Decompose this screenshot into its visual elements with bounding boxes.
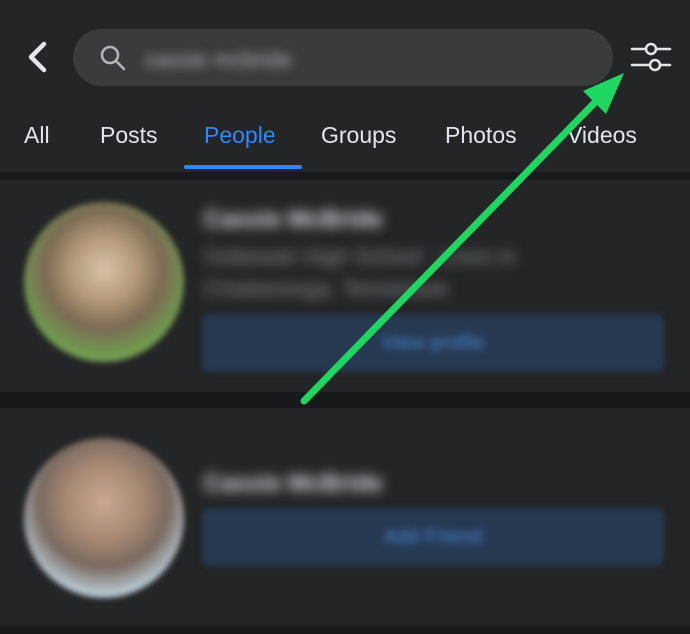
active-tab-indicator [184,165,302,169]
result-name[interactable]: Cassie McBride [204,470,383,498]
filter-button[interactable] [628,39,674,75]
people-result-card[interactable]: Cassie McBride Ooltewah High School · Li… [0,180,690,392]
tab-photos[interactable]: Photos [445,122,517,149]
tab-all[interactable]: All [24,122,50,149]
search-icon [100,45,126,71]
tab-groups[interactable]: Groups [321,122,396,149]
tab-posts[interactable]: Posts [100,122,158,149]
tab-people[interactable]: People [204,122,276,149]
result-subtitle: Chattanooga, Tennessee [204,276,449,301]
tab-videos[interactable]: Videos [567,122,637,149]
people-result-card[interactable]: Cassie McBride Add Friend [0,408,690,626]
add-friend-button[interactable]: Add Friend [202,508,664,566]
back-arrow-icon [28,41,47,73]
search-input[interactable]: cassie mcbride [73,29,613,86]
avatar[interactable] [24,202,184,362]
avatar[interactable] [24,438,184,598]
search-query: cassie mcbride [145,47,292,72]
add-friend-label: Add Friend [384,526,482,548]
top-bar: cassie mcbride [0,0,690,110]
back-button[interactable] [22,38,56,76]
search-tabs: All Posts People Groups Photos Videos [0,110,690,172]
result-subtitle: Ooltewah High School · Lives in [204,244,516,269]
filter-sliders-icon [630,42,672,72]
view-profile-label: View profile [381,332,485,354]
result-name[interactable]: Cassie McBride [204,206,383,234]
view-profile-button[interactable]: View profile [202,314,664,372]
